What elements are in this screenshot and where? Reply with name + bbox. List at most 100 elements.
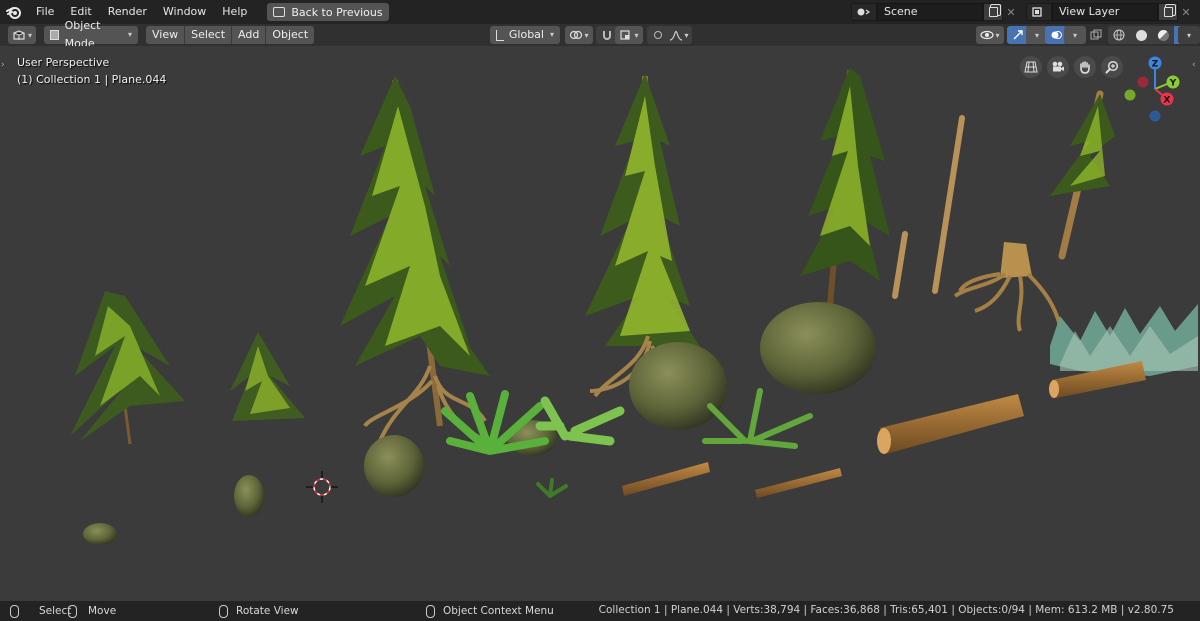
eye-icon	[980, 30, 995, 40]
scene-browse-icon[interactable]	[851, 3, 877, 21]
editor-type-icon	[13, 30, 25, 40]
overlays-icon	[1051, 31, 1062, 39]
menu-help[interactable]: Help	[214, 1, 255, 23]
snap-element-button[interactable]: ▾	[615, 26, 643, 44]
rock-1	[83, 523, 117, 545]
copy-icon	[1163, 7, 1173, 17]
pine-tree-small-1	[70, 291, 185, 445]
toggle-ortho-button[interactable]	[1020, 56, 1042, 78]
gizmo-arrows-icon	[1013, 30, 1023, 40]
status-select-label: Select	[39, 605, 72, 617]
xray-icon	[1090, 29, 1102, 40]
menu-select[interactable]: Select	[185, 26, 233, 44]
xray-toggle[interactable]	[1085, 26, 1107, 44]
menu-object[interactable]: Object	[266, 26, 315, 44]
copy-icon	[988, 7, 998, 17]
viewport-header: ▾ Object Mode ▾ View Select Add Object G…	[0, 19, 1200, 50]
view-layer-copy-button[interactable]	[1158, 3, 1178, 21]
pivot-point-button[interactable]: ▾	[565, 26, 593, 44]
wireframe-shading-button[interactable]	[1108, 26, 1130, 44]
shading-dropdown[interactable]: ▾	[1178, 26, 1200, 44]
gizmo-neg-x[interactable]	[1137, 76, 1149, 88]
scene-name-field[interactable]: Scene	[877, 3, 983, 21]
status-context-label: Object Context Menu	[443, 605, 554, 617]
object-mode-dropdown[interactable]: Object Mode ▾	[44, 19, 138, 50]
back-to-previous-button[interactable]: Back to Previous	[267, 3, 389, 21]
grid-icon	[1024, 61, 1038, 73]
status-bar: Select Move Rotate View Object Context M…	[0, 601, 1200, 621]
hand-icon	[1080, 61, 1090, 74]
view-layer-selector: View Layer ✕	[1026, 3, 1194, 21]
menu-window[interactable]: Window	[155, 1, 214, 23]
view-layer-name-field[interactable]: View Layer	[1052, 3, 1158, 21]
overlays-dropdown[interactable]: ▾	[1064, 26, 1086, 44]
header-menus: View Select Add Object	[146, 26, 315, 44]
gizmo-z-label: Z	[1152, 60, 1159, 70]
wireframe-sphere-icon	[1113, 29, 1125, 41]
visibility-dropdown[interactable]: ▾	[976, 26, 1004, 44]
editor-type-button[interactable]: ▾	[8, 26, 36, 44]
status-move-label: Move	[88, 605, 117, 617]
blender-logo-icon[interactable]	[0, 1, 28, 23]
3d-cursor-icon	[306, 471, 338, 503]
rock-3	[364, 435, 424, 497]
rock-6	[760, 302, 876, 394]
status-rotate-hint: Rotate View	[219, 604, 299, 618]
menu-file[interactable]: File	[28, 1, 62, 23]
zoom-icon	[1105, 60, 1119, 74]
material-sphere-icon	[1157, 29, 1169, 41]
camera-view-button[interactable]	[1047, 56, 1069, 78]
transform-orientation-dropdown[interactable]: Global ▾	[490, 26, 560, 44]
scene-copy-button[interactable]	[983, 3, 1003, 21]
status-context-hint: Object Context Menu	[426, 604, 554, 618]
pan-view-button[interactable]	[1074, 56, 1096, 78]
status-select-hint: Select	[10, 604, 71, 618]
pine-tree-large-3	[800, 68, 890, 307]
view-layer-close-icon[interactable]: ✕	[1178, 3, 1194, 21]
solid-sphere-icon	[1135, 29, 1147, 41]
orientation-icon	[496, 29, 504, 41]
mouse-left-icon	[10, 604, 19, 618]
chevron-down-icon: ▾	[127, 30, 132, 39]
back-to-previous-label: Back to Previous	[291, 5, 383, 19]
gizmo-x-label: X	[1164, 96, 1171, 106]
camera-icon	[1052, 61, 1064, 72]
falloff-curve-icon	[670, 30, 683, 41]
scene-selector: Scene ✕	[851, 3, 1019, 21]
menu-view[interactable]: View	[146, 26, 186, 44]
chevron-down-icon: ▾	[1186, 30, 1191, 40]
gizmo-y-label: Y	[1169, 79, 1177, 89]
menu-add[interactable]: Add	[232, 26, 267, 44]
fern-plants	[441, 388, 813, 498]
back-icon	[273, 7, 286, 17]
magnet-icon	[603, 31, 611, 40]
object-mode-icon	[50, 30, 59, 40]
rock-2	[234, 475, 264, 517]
proportional-edit-icon	[654, 31, 662, 39]
tree-stump	[953, 242, 1062, 332]
solid-shading-button[interactable]	[1130, 26, 1152, 44]
mouse-right-icon	[426, 604, 435, 618]
snap-element-icon	[620, 30, 631, 40]
chevron-down-icon: ▾	[549, 30, 554, 39]
orientation-label: Global	[508, 28, 544, 41]
status-rotate-label: Rotate View	[236, 605, 299, 617]
falloff-button[interactable]: ▾	[666, 26, 692, 44]
view-layer-browse-icon[interactable]	[1026, 3, 1052, 21]
pivot-icon	[570, 30, 583, 40]
rock-5	[629, 342, 727, 430]
navigation-gizmo[interactable]: Z Y X	[1120, 54, 1190, 124]
pine-tree-large-1	[340, 76, 494, 448]
scene-render	[70, 68, 1198, 545]
chevron-down-icon: ▾	[1072, 30, 1077, 40]
mouse-middle-icon	[219, 604, 228, 618]
scene-close-icon[interactable]: ✕	[1003, 3, 1019, 21]
chevron-down-icon: ▾	[1034, 30, 1039, 40]
scene-statistics: Collection 1 | Plane.044 | Verts:38,794 …	[598, 604, 1174, 616]
status-move-hint: Move	[68, 604, 116, 618]
gizmo-neg-z[interactable]	[1149, 110, 1161, 122]
gizmo-neg-y[interactable]	[1124, 89, 1136, 101]
mouse-right-icon	[68, 604, 77, 618]
3d-viewport[interactable]: User Perspective (1) Collection 1 | Plan…	[0, 46, 1200, 601]
material-shading-button[interactable]	[1152, 26, 1174, 44]
